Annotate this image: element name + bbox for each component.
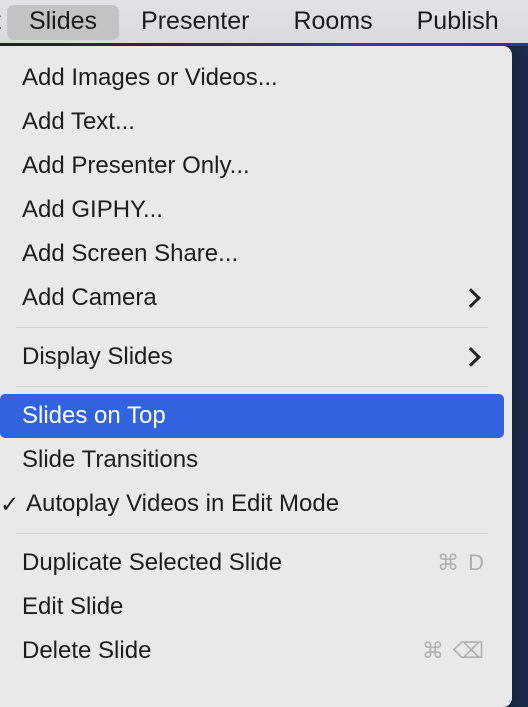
menu-item-autoplay-videos-in-edit-mode[interactable]: ✓ Autoplay Videos in Edit Mode <box>0 482 504 526</box>
shortcut-key: D <box>468 550 484 575</box>
chevron-right-icon <box>460 287 482 309</box>
menu-item-shortcut: ⌘ ⌫ <box>422 640 484 662</box>
menu-item-add-text[interactable]: Add Text... <box>0 100 504 144</box>
menu-item-add-camera[interactable]: Add Camera <box>0 276 504 320</box>
menu-separator <box>16 386 488 387</box>
menu-item-delete-slide[interactable]: Delete Slide ⌘ ⌫ <box>0 629 504 673</box>
chevron-right-icon <box>460 346 482 368</box>
menu-item-add-screen-share[interactable]: Add Screen Share... <box>0 232 504 276</box>
menu-separator <box>16 327 488 328</box>
menu-item-label: Slides on Top <box>22 402 166 429</box>
command-key-icon: ⌘ <box>421 638 444 663</box>
menubar-item-presenter[interactable]: Presenter <box>119 5 271 40</box>
menu-item-shortcut: ⌘ D <box>437 552 484 574</box>
menu-item-label: Add Camera <box>22 284 157 311</box>
menu-item-label: Autoplay Videos in Edit Mode <box>26 490 340 517</box>
menu-item-label: Add Presenter Only... <box>22 152 250 179</box>
application-menu-bar: tSlidesPresenterRoomsPublish <box>0 0 528 45</box>
checkmark-icon: ✓ <box>0 490 20 517</box>
menu-item-edit-slide[interactable]: Edit Slide <box>0 585 504 629</box>
menu-item-display-slides[interactable]: Display Slides <box>0 335 504 379</box>
menu-item-add-giphy[interactable]: Add GIPHY... <box>0 188 504 232</box>
menu-bar-underline <box>0 43 528 46</box>
menu-separator <box>16 533 488 534</box>
menu-item-label: Add GIPHY... <box>22 196 163 223</box>
menu-item-label: Display Slides <box>22 343 173 370</box>
menubar-item-slides[interactable]: Slides <box>6 5 120 40</box>
menu-item-label: Slide Transitions <box>22 446 199 473</box>
command-key-icon: ⌘ <box>437 550 460 575</box>
menu-item-label: Add Text... <box>22 108 135 135</box>
menu-item-slide-transitions[interactable]: Slide Transitions <box>0 438 504 482</box>
menubar-item-t[interactable]: t <box>0 5 1 40</box>
menu-item-add-presenter-only[interactable]: Add Presenter Only... <box>0 144 504 188</box>
menu-item-label: Duplicate Selected Slide <box>22 549 283 576</box>
menu-item-label: Add Images or Videos... <box>22 64 278 91</box>
menu-item-label: Add Screen Share... <box>22 240 239 267</box>
menu-item-slides-on-top[interactable]: Slides on Top <box>0 394 504 438</box>
slides-dropdown-menu: Add Images or Videos... Add Text... Add Pr… <box>0 46 512 707</box>
menu-item-label: Edit Slide <box>22 593 124 620</box>
menu-item-duplicate-selected-slide[interactable]: Duplicate Selected Slide ⌘ D <box>0 541 504 585</box>
menu-item-label: Delete Slide <box>22 637 152 664</box>
menubar-item-publish[interactable]: Publish <box>395 5 521 40</box>
delete-key-icon: ⌫ <box>452 638 484 663</box>
menubar-item-rooms[interactable]: Rooms <box>271 5 394 40</box>
menu-item-add-images-or-videos[interactable]: Add Images or Videos... <box>0 56 504 100</box>
